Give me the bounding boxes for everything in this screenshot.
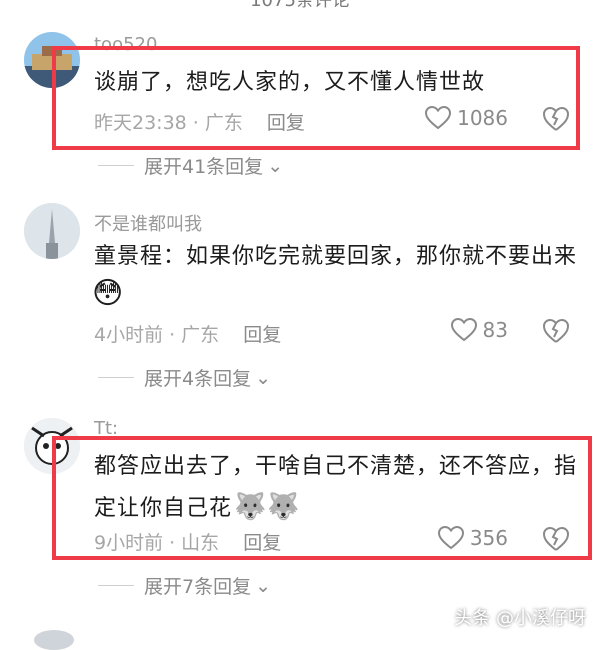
- broken-heart-icon: [542, 318, 570, 343]
- highlight-box: [52, 436, 592, 560]
- chevron-down-icon: ⌄: [255, 574, 272, 597]
- like-count: 83: [482, 318, 508, 342]
- comment-text: 童景程：如果你吃完就要回家，那你就不要出来: [94, 244, 578, 269]
- expand-label: 展开41条回复: [144, 156, 264, 178]
- comment-count-title: 1075条评论: [250, 0, 350, 11]
- expand-replies-button[interactable]: 展开7条回复 ⌄: [98, 572, 271, 599]
- comment-time: 4小时前: [94, 324, 164, 346]
- dislike-button[interactable]: [542, 318, 570, 348]
- like-button[interactable]: 83: [450, 318, 508, 342]
- expand-replies-button[interactable]: 展开4条回复 ⌄: [98, 364, 271, 391]
- divider-line: [98, 585, 134, 586]
- emoji: 😳: [92, 276, 124, 311]
- watermark: 头条 @小溪仔呀: [454, 608, 586, 629]
- divider-line: [98, 165, 134, 166]
- chevron-down-icon: ⌄: [267, 154, 284, 177]
- comment-location: 广东: [181, 324, 220, 346]
- heart-icon: [450, 318, 477, 342]
- divider-line: [98, 377, 134, 378]
- highlight-box: [52, 46, 580, 150]
- reply-button[interactable]: 回复: [243, 324, 281, 346]
- avatar[interactable]: [24, 203, 80, 259]
- chevron-down-icon: ⌄: [255, 366, 272, 389]
- expand-label: 展开7条回复: [144, 576, 252, 598]
- username[interactable]: 不是谁都叫我: [94, 210, 202, 236]
- comment-meta: 4小时前 · 广东 回复: [94, 324, 282, 346]
- expand-label: 展开4条回复: [144, 368, 252, 390]
- expand-replies-button[interactable]: 展开41条回复 ⌄: [98, 152, 283, 179]
- avatar[interactable]: [34, 630, 74, 650]
